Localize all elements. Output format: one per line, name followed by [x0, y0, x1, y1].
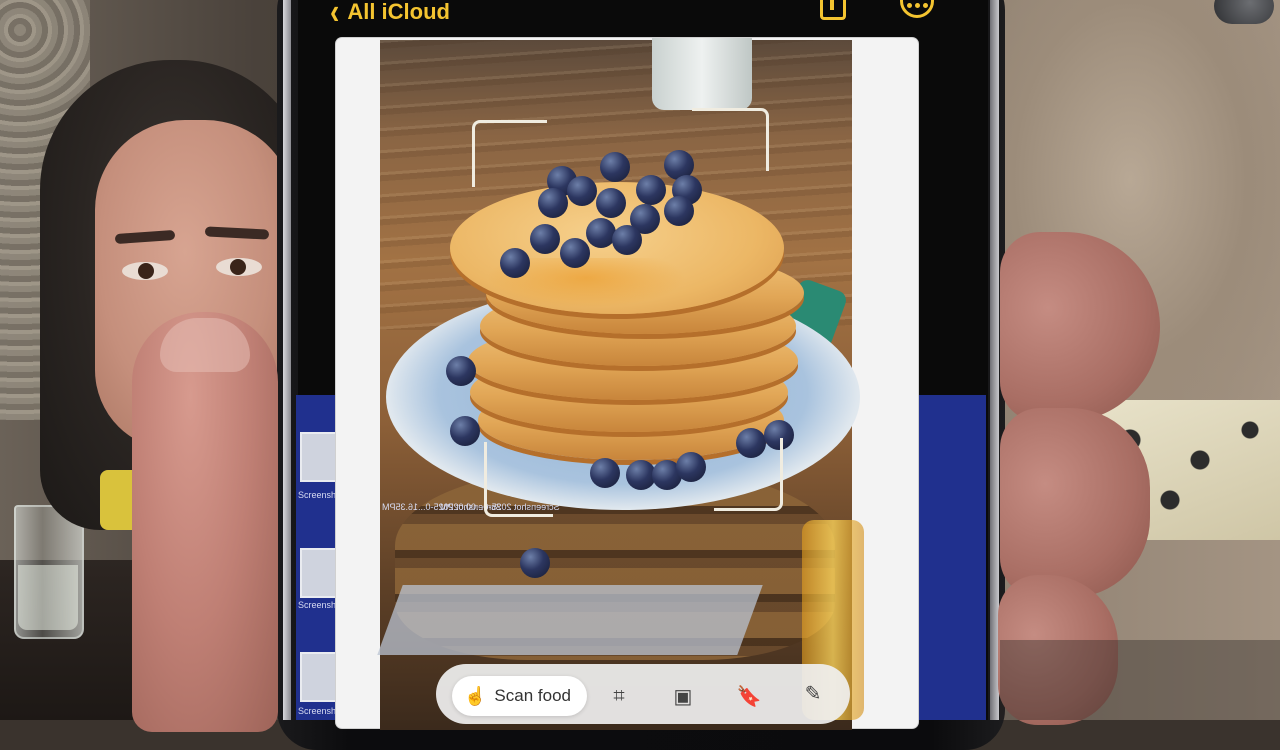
blueberry	[636, 175, 666, 205]
scan-frame-corner	[692, 108, 769, 171]
qr-scan-icon[interactable]: ⌗	[606, 683, 632, 709]
bookmark-icon[interactable]: 🔖	[736, 683, 762, 709]
more-dot	[922, 3, 928, 8]
pencil-icon[interactable]: ✎	[800, 680, 826, 706]
blueberry	[446, 356, 476, 386]
left-pupil	[138, 263, 154, 279]
right-pupil	[230, 259, 246, 275]
more-dot	[914, 3, 920, 8]
blueberry	[500, 248, 530, 278]
share-button[interactable]	[816, 0, 852, 22]
blueberry	[520, 548, 550, 578]
blueberry	[590, 458, 620, 488]
thumbnail-caption: Screensho	[298, 706, 342, 716]
blueberry	[530, 224, 560, 254]
scan-food-label: Scan food	[494, 686, 571, 705]
phone-edge-left	[283, 0, 291, 720]
blueberry	[450, 416, 480, 446]
blueberry	[596, 188, 626, 218]
blueberry	[612, 225, 642, 255]
blueberry	[560, 238, 590, 268]
screenshot-thumbnail[interactable]	[300, 548, 338, 598]
screenshot-thumbnail[interactable]	[300, 432, 338, 482]
scan-frame-corner	[472, 120, 547, 187]
reflected-cloth	[377, 585, 763, 655]
more-dot	[906, 3, 912, 8]
thumb-highlight	[160, 318, 250, 372]
blueberry	[567, 176, 597, 206]
scan-food-button[interactable]: ☝ Scan food	[452, 676, 587, 716]
scan-frame-corner	[714, 438, 783, 511]
finger	[1000, 408, 1150, 598]
blueberry	[676, 452, 706, 482]
blueberry	[538, 188, 568, 218]
blueberry	[600, 152, 630, 182]
screenshot-thumbnail[interactable]	[300, 652, 338, 702]
photo-icon[interactable]: ▣	[670, 683, 696, 709]
mug	[652, 38, 752, 110]
thumb	[132, 312, 278, 732]
chevron-left-icon: ‹	[330, 0, 340, 32]
back-button[interactable]: ‹ All iCloud	[330, 0, 450, 32]
share-arrow	[830, 0, 834, 10]
webcam-lens	[1214, 0, 1274, 24]
glass-liquid	[18, 565, 78, 630]
hand-point-icon: ☝	[464, 685, 487, 706]
palm-shadow	[1000, 640, 1280, 720]
scan-frame-corner	[484, 442, 553, 517]
blueberry	[664, 196, 694, 226]
back-button-label: All iCloud	[347, 0, 450, 24]
